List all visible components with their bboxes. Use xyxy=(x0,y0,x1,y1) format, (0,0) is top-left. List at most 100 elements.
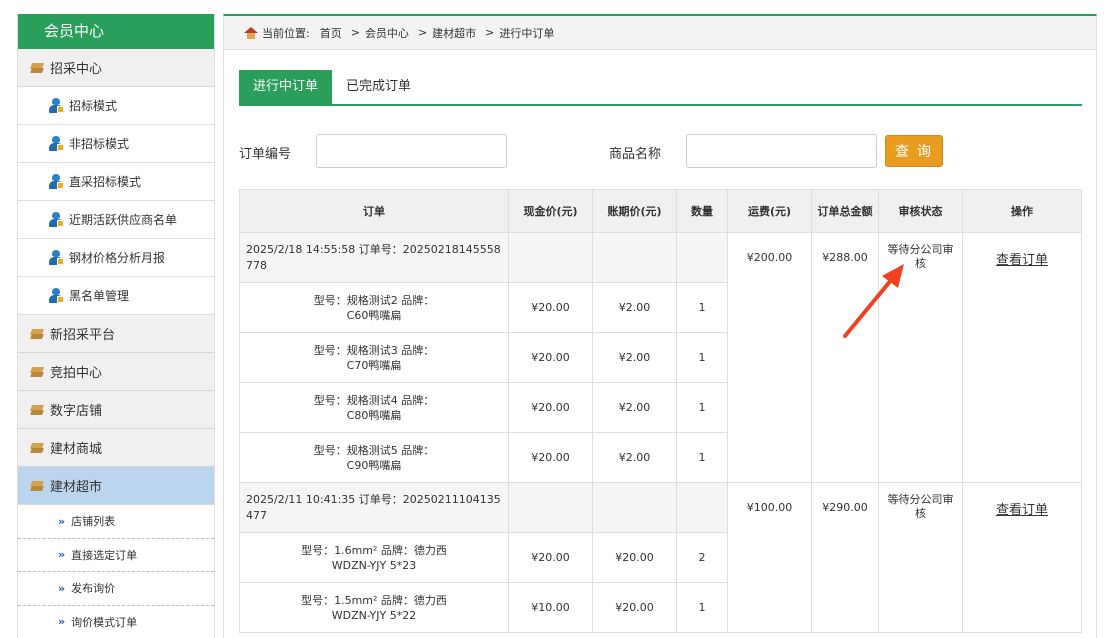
tab-in-progress[interactable]: 进行中订单 xyxy=(239,70,333,104)
item-credit-price: ¥2.00 xyxy=(592,282,677,333)
sidebar-cat-materials-mall[interactable]: 建材商城 xyxy=(18,429,214,467)
sidebar-item-label: 非招标模式 xyxy=(69,137,130,151)
item-spec: 型号：1.6mm² 品牌：德力西 WDZN-YJY 5*23 xyxy=(239,532,509,583)
item-credit-price: ¥2.00 xyxy=(592,382,677,433)
sidebar-item-label: 直采招标模式 xyxy=(69,175,142,189)
sidebar-item-blacklist[interactable]: 黑名单管理 xyxy=(18,277,214,315)
sidebar-item-direct-bid-mode[interactable]: 直采招标模式 xyxy=(18,163,214,201)
order-info: 2025/2/11 10:41:35 订单号：20250211104135477 xyxy=(239,482,509,533)
item-quantity: 1 xyxy=(676,582,728,633)
sidebar-cat-label: 新招采平台 xyxy=(50,328,116,343)
breadcrumb-separator: > xyxy=(350,26,360,39)
sidebar-item-publish-inquiry[interactable]: » 发布询价 xyxy=(18,572,214,606)
layers-icon xyxy=(30,62,44,74)
breadcrumb-current: 进行中订单 xyxy=(499,26,555,40)
breadcrumb-separator: > xyxy=(417,26,428,39)
sidebar-item-steel-report[interactable]: 钢材价格分析月报 xyxy=(18,239,214,277)
item-cash-price: ¥20.00 xyxy=(508,382,593,433)
item-cash-price: ¥20.00 xyxy=(508,432,593,483)
sidebar-cat-label: 建材商城 xyxy=(50,442,103,457)
sidebar-item-label: 黑名单管理 xyxy=(69,289,130,303)
orders-table: 订单 现金价(元) 账期价(元) 数量 运费(元) 订单总金额 审核状态 操作 … xyxy=(239,189,1082,633)
order-row: 2025/2/18 14:55:58 订单号：20250218145558778… xyxy=(239,232,1082,483)
user-icon xyxy=(48,211,64,228)
sidebar: 会员中心 招采中心 招标模式 非招标模式 直采招标模式 近期活跃供应商名单 钢材… xyxy=(17,14,215,638)
sidebar-item-label: 近期活跃供应商名单 xyxy=(69,213,178,227)
item-credit-price: ¥2.00 xyxy=(592,332,677,383)
view-order-link[interactable]: 查看订单 xyxy=(996,253,1048,268)
user-icon xyxy=(48,249,64,266)
sidebar-cat-auction[interactable]: 竞拍中心 xyxy=(18,353,214,391)
order-info: 2025/2/18 14:55:58 订单号：20250218145558778 xyxy=(239,232,509,283)
item-cash-price: ¥20.00 xyxy=(508,332,593,383)
item-cash-price: ¥20.00 xyxy=(508,532,593,583)
order-freight: ¥200.00 xyxy=(727,232,812,483)
item-quantity: 1 xyxy=(676,382,728,433)
sidebar-cat-materials-market[interactable]: 建材超市 xyxy=(18,467,214,505)
sidebar-cat-digital-store[interactable]: 数字店铺 xyxy=(18,391,214,429)
order-action-cell: 查看订单 xyxy=(962,482,1082,633)
double-chevron-right-icon: » xyxy=(58,548,65,562)
main-panel: 当前位置: 首页 > 会员中心 > 建材超市 > 进行中订单 进行中订单 已完成… xyxy=(223,14,1097,638)
sidebar-item-label: 直接选定订单 xyxy=(71,548,138,562)
sidebar-cat-new-platform[interactable]: 新招采平台 xyxy=(18,315,214,353)
item-cash-price: ¥10.00 xyxy=(508,582,593,633)
order-tabs: 进行中订单 已完成订单 xyxy=(239,70,1082,106)
item-credit-price: ¥20.00 xyxy=(592,532,677,583)
col-header-cash-price: 现金价(元) xyxy=(508,189,593,233)
view-order-link[interactable]: 查看订单 xyxy=(996,503,1048,518)
col-header-status: 审核状态 xyxy=(878,189,963,233)
order-freight: ¥100.00 xyxy=(727,482,812,633)
order-status: 等待分公司审核 xyxy=(878,232,963,483)
sidebar-cat-label: 建材超市 xyxy=(50,480,103,495)
sidebar-item-non-bid-mode[interactable]: 非招标模式 xyxy=(18,125,214,163)
breadcrumb-member-link[interactable]: 会员中心 xyxy=(365,25,409,41)
breadcrumb-home-link[interactable]: 首页 xyxy=(320,25,342,41)
sidebar-cat-label: 招采中心 xyxy=(50,62,103,77)
layers-icon xyxy=(30,480,44,492)
order-row: 2025/2/11 10:41:35 订单号：20250211104135477… xyxy=(239,482,1082,633)
item-spec: 型号：规格测试3 品牌： C70鸭嘴扁 xyxy=(239,332,509,383)
sidebar-item-inquiry-orders[interactable]: » 询价模式订单 xyxy=(18,605,214,638)
sidebar-title: 会员中心 xyxy=(18,14,214,49)
user-icon xyxy=(48,173,64,190)
double-chevron-right-icon: » xyxy=(58,581,65,595)
sidebar-item-label: 询价模式订单 xyxy=(71,615,138,629)
order-number-label: 订单编号 xyxy=(239,147,292,162)
product-name-label: 商品名称 xyxy=(609,147,662,162)
sidebar-item-bid-mode[interactable]: 招标模式 xyxy=(18,87,214,125)
home-icon xyxy=(244,26,258,39)
order-total: ¥290.00 xyxy=(811,482,879,633)
sidebar-item-direct-orders[interactable]: » 直接选定订单 xyxy=(18,538,214,572)
item-spec: 型号：规格测试2 品牌： C60鸭嘴扁 xyxy=(239,282,509,333)
item-quantity: 1 xyxy=(676,332,728,383)
item-quantity: 1 xyxy=(676,432,728,483)
search-bar: 订单编号 商品名称 查 询 xyxy=(239,134,1082,168)
breadcrumb: 当前位置: 首页 > 会员中心 > 建材超市 > 进行中订单 xyxy=(224,16,1096,50)
breadcrumb-label: 当前位置: xyxy=(262,26,310,40)
col-header-action: 操作 xyxy=(962,189,1082,233)
sidebar-item-store-list[interactable]: » 店铺列表 xyxy=(18,505,214,539)
order-number-input[interactable] xyxy=(316,134,507,168)
item-spec: 型号：规格测试5 品牌： C90鸭嘴扁 xyxy=(239,432,509,483)
sidebar-cat-procure[interactable]: 招采中心 xyxy=(18,49,214,87)
layers-icon xyxy=(30,328,44,340)
sidebar-item-label: 招标模式 xyxy=(69,99,118,113)
breadcrumb-market-link[interactable]: 建材超市 xyxy=(432,25,476,41)
sidebar-item-active-suppliers[interactable]: 近期活跃供应商名单 xyxy=(18,201,214,239)
item-cash-price: ¥20.00 xyxy=(508,282,593,333)
search-button[interactable]: 查 询 xyxy=(885,135,943,167)
user-icon xyxy=(48,287,64,304)
breadcrumb-separator: > xyxy=(485,26,495,39)
item-quantity: 2 xyxy=(676,532,728,583)
item-spec: 型号：1.5mm² 品牌：德力西 WDZN-YJY 5*22 xyxy=(239,582,509,633)
col-header-credit-price: 账期价(元) xyxy=(592,189,677,233)
product-name-input[interactable] xyxy=(686,134,877,168)
col-header-quantity: 数量 xyxy=(676,189,728,233)
col-header-freight: 运费(元) xyxy=(727,189,812,233)
tab-completed[interactable]: 已完成订单 xyxy=(332,70,425,104)
user-icon xyxy=(48,135,64,152)
layers-icon xyxy=(30,442,44,454)
col-header-order: 订单 xyxy=(239,189,509,233)
sidebar-item-label: 店铺列表 xyxy=(71,515,116,529)
